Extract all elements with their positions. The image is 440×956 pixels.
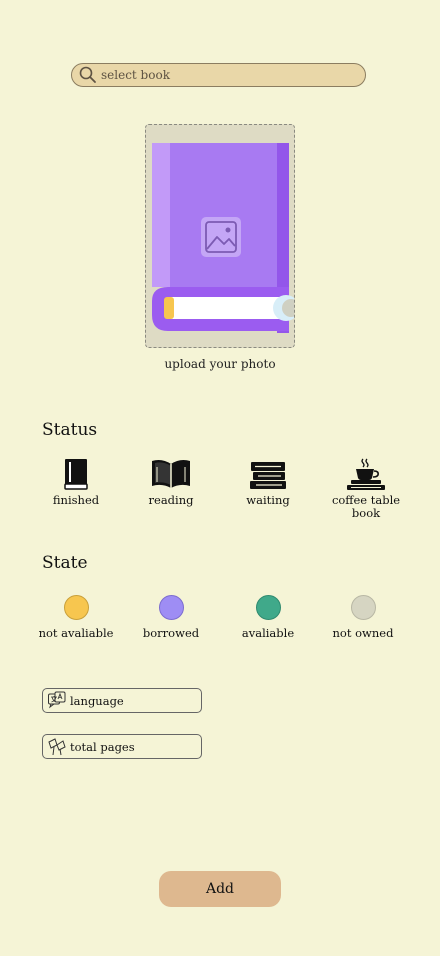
state-option-not-avaliable[interactable]: not avaliable: [30, 595, 122, 640]
state-color-dot: [158, 595, 184, 620]
status-option-waiting[interactable]: waiting: [222, 457, 314, 507]
status-option-finished[interactable]: finished: [30, 457, 122, 507]
search-placeholder[interactable]: select book: [101, 68, 170, 82]
translate-icon: [47, 691, 67, 711]
total-pages-field-label: total pages: [70, 739, 135, 754]
language-field[interactable]: language: [42, 688, 202, 713]
book-stack-icon: [222, 457, 314, 491]
search-icon: [78, 65, 98, 85]
state-option-borrowed[interactable]: borrowed: [125, 595, 217, 640]
pages-icon: [47, 737, 67, 757]
state-label: borrowed: [142, 626, 200, 640]
state-option-avaliable[interactable]: avaliable: [222, 595, 314, 640]
search-bar[interactable]: select book: [71, 63, 366, 87]
state-option-not-owned[interactable]: not owned: [317, 595, 409, 640]
language-field-label: language: [70, 693, 124, 708]
status-option-coffee-table-book[interactable]: coffee table book: [320, 457, 412, 520]
add-button[interactable]: Add: [159, 871, 281, 907]
state-color-dot: [255, 595, 281, 620]
state-label: not owned: [332, 626, 394, 640]
book-cover-placeholder: [152, 143, 294, 333]
status-label: waiting: [246, 493, 290, 507]
upload-photo-label: upload your photo: [164, 357, 276, 371]
status-label: reading: [148, 493, 194, 507]
status-heading: Status: [42, 420, 98, 440]
status-label: finished: [52, 493, 100, 507]
photo-upload-area[interactable]: [145, 124, 295, 348]
state-label: not avaliable: [38, 626, 114, 640]
status-label: coffee table book: [331, 493, 401, 520]
open-book-icon: [125, 457, 217, 491]
coffee-cup-on-books-icon: [320, 457, 412, 491]
state-color-dot: [350, 595, 376, 620]
image-placeholder-icon: [201, 217, 241, 257]
total-pages-field[interactable]: total pages: [42, 734, 202, 759]
state-color-dot: [63, 595, 89, 620]
state-label: avaliable: [241, 626, 295, 640]
state-heading: State: [42, 553, 88, 573]
closed-book-icon: [30, 457, 122, 491]
status-option-reading[interactable]: reading: [125, 457, 217, 507]
